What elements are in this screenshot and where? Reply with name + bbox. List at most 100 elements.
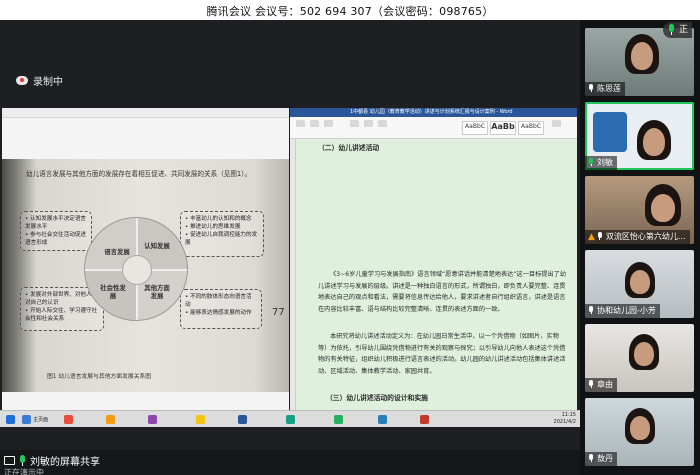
participant-face <box>651 194 675 222</box>
participant-face <box>630 270 650 294</box>
list-icon[interactable] <box>364 120 373 127</box>
browser-icon <box>22 414 31 424</box>
quadrant-language: 语言发展 <box>104 248 130 256</box>
taskbar-item-word[interactable] <box>238 413 247 425</box>
mic-icon <box>667 24 676 36</box>
diagram-center <box>122 255 152 285</box>
taskbar-item-3[interactable] <box>106 413 115 425</box>
image-viewer-window: 幼儿语言发展与其他方面的发展存在着相互促进、共同发展的关系（见图1）。 • 认知… <box>2 108 289 412</box>
mic-icon <box>588 306 595 316</box>
participant-tile-active[interactable]: 刘敏 <box>585 102 694 170</box>
meeting-icon <box>378 414 387 424</box>
windows-icon <box>6 414 15 424</box>
style-heading2[interactable]: AaBbC <box>518 121 544 135</box>
participant-name: 协和幼儿园-小芳 <box>597 306 656 315</box>
recording-indicator[interactable]: 录制中 <box>16 73 63 88</box>
meeting-window: 腾讯会议 会议号：502 694 307（会议密码：098765） 录制中 幼儿… <box>0 0 700 475</box>
clock-time: 11:15 <box>561 412 576 418</box>
meeting-title: 腾讯会议 会议号：502 694 307（会议密码：098765） <box>206 5 494 18</box>
speaking-indicator: 正 <box>663 22 693 38</box>
taskbar-item-6[interactable] <box>286 413 295 425</box>
recording-icon <box>16 76 28 85</box>
taskbar-item-1[interactable]: 主页面 <box>22 413 48 425</box>
participant-tile[interactable]: 章由 <box>585 324 694 392</box>
page-number: 77 <box>272 307 285 318</box>
relation-diagram: 语言发展 认知发展 社会性发展 其他方面发展 <box>84 217 188 321</box>
word-ribbon: AaBbC AaBb AaBbC <box>290 117 577 139</box>
folder-icon <box>196 414 205 424</box>
app-icon <box>420 414 429 424</box>
participant-name-bar: 章由 <box>585 378 617 392</box>
start-button[interactable] <box>6 413 15 425</box>
screen-share-label: 刘敏的屏幕共享 <box>30 457 100 468</box>
style-normal[interactable]: AaBbC <box>462 121 488 135</box>
participant-name-bar: 协和幼儿园-小芳 <box>585 304 660 318</box>
mic-icon <box>588 84 595 94</box>
word-title-bar[interactable]: 1中都县 幼儿园（教育教学活动）讲述与计划系统汇报与设计案例 - Word <box>290 108 577 117</box>
mic-icon <box>588 158 595 168</box>
doc-heading-3: （三）幼儿讲述活动的设计和实施 <box>326 394 428 402</box>
mic-icon <box>18 454 27 467</box>
taskbar-item-4[interactable] <box>148 413 157 425</box>
clock[interactable]: 11:15 2021/4/2 <box>554 412 576 426</box>
figure-caption: 图1 幼儿语言发展与其他方面发展关系图 <box>47 374 152 380</box>
app-icon <box>148 414 157 424</box>
mic-icon <box>597 232 604 242</box>
share-status-bar: 刘敏的屏幕共享 正在演示中 <box>0 450 580 475</box>
mic-icon <box>588 380 595 390</box>
shared-screen: 录制中 幼儿语言发展与其他方面的发展存在着相互促进、共同发展的关系（见图1）。 … <box>0 20 580 452</box>
quadrant-other: 其他方面发展 <box>144 284 170 300</box>
find-icon[interactable] <box>552 120 561 127</box>
clock-date: 2021/4/2 <box>553 419 576 425</box>
paste-icon[interactable] <box>296 120 305 127</box>
participant-name: 敖丹 <box>597 454 613 463</box>
image-viewer-toolbar[interactable] <box>2 108 289 118</box>
taskbar-item-7[interactable] <box>334 413 343 425</box>
participant-tile[interactable]: 敖丹 <box>585 398 694 466</box>
book-page-photo: 幼儿语言发展与其他方面的发展存在着相互促进、共同发展的关系（见图1）。 • 认知… <box>2 159 289 392</box>
taskbar-item-9[interactable] <box>420 413 429 425</box>
taskbar-item-8[interactable] <box>378 413 387 425</box>
doc-heading-2: （二）幼儿讲述活动 <box>318 144 380 152</box>
participant-face <box>634 342 654 366</box>
participant-name-bar: 敖丹 <box>585 452 617 466</box>
participant-tile[interactable]: 协和幼儿园-小芳 <box>585 250 694 318</box>
app-icon <box>64 414 73 424</box>
participant-name: 刘敏 <box>597 158 613 167</box>
windows-taskbar: 主页面 11:15 2021/4/2 <box>0 410 580 427</box>
quadrant-cognition: 认知发展 <box>144 242 170 250</box>
taskbar-item-5[interactable] <box>196 413 205 425</box>
document-page[interactable]: （二）幼儿讲述活动 《3~6岁儿童学习与发展指南》语言领域“愿意讲话并能清楚地表… <box>290 139 577 412</box>
speaking-label: 正 <box>679 25 689 35</box>
mic-icon <box>588 454 595 464</box>
vertical-ruler <box>290 139 296 412</box>
app-icon <box>286 414 295 424</box>
screen-share-owner: 刘敏的屏幕共享 <box>4 453 100 468</box>
recording-label: 录制中 <box>33 77 63 88</box>
screen-share-icon <box>4 456 15 465</box>
participant-face <box>643 128 665 156</box>
warning-icon: ▲ <box>588 232 595 242</box>
box-bottom-right: • 不同的肢体形态向语言活动 • 能够表达情感发展的动作 <box>180 289 262 329</box>
word-icon <box>238 414 247 424</box>
meeting-title-bar: 腾讯会议 会议号：502 694 307（会议密码：098765） <box>0 0 700 20</box>
box-top-right: • 丰富幼儿的认知和的概念 • 推进幼儿的思维发展 • 促进幼儿自我调控能力的发… <box>180 211 264 257</box>
participant-tile[interactable]: 陈思莲 <box>585 28 694 96</box>
taskbar-item-2[interactable] <box>64 413 73 425</box>
participant-name-bar: 陈思莲 <box>585 82 625 96</box>
font-icon[interactable] <box>324 120 333 127</box>
doc-paragraph-1: 《3~6岁儿童学习与发展指南》语言领域“愿意讲话并能清楚地表达”这一目标提出了幼… <box>318 271 567 313</box>
participant-tile[interactable]: ▲ 双流区怡心第六幼儿... <box>585 176 694 244</box>
participants-panel: 陈思莲 刘敏 ▲ 双流区怡心第六幼儿... 协和幼儿园-小芳 章由 敖丹 <box>580 20 700 475</box>
participant-face <box>631 42 653 70</box>
style-heading1[interactable]: AaBb <box>490 121 516 135</box>
participant-name: 双流区怡心第六幼儿... <box>605 232 686 241</box>
format-icon[interactable] <box>310 120 319 127</box>
indent-icon[interactable] <box>378 120 387 127</box>
logo-backdrop <box>593 112 627 152</box>
participant-name: 章由 <box>597 380 613 389</box>
book-intro-text: 幼儿语言发展与其他方面的发展存在着相互促进、共同发展的关系（见图1）。 <box>26 170 252 178</box>
word-window: 1中都县 幼儿园（教育教学活动）讲述与计划系统汇报与设计案例 - Word Aa… <box>290 108 577 412</box>
align-icon[interactable] <box>350 120 359 127</box>
participant-name: 陈思莲 <box>597 84 621 93</box>
